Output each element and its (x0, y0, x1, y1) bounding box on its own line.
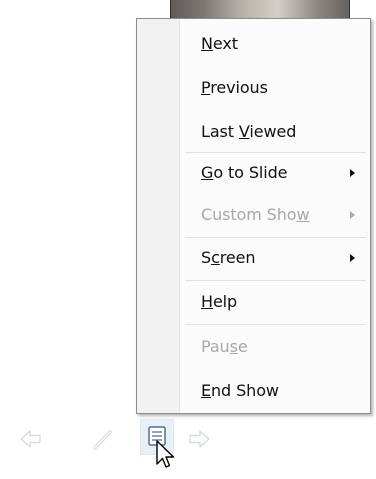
menu-item-go-to-slide[interactable]: Go to Slide (137, 158, 370, 188)
menu-separator (185, 324, 366, 325)
slide-preview (170, 0, 350, 18)
submenu-arrow-icon (350, 254, 355, 262)
pen-button[interactable] (90, 426, 116, 452)
menu-item-previous[interactable]: Previous (137, 73, 370, 103)
menu-item-label: Last Viewed (201, 122, 297, 141)
pen-icon (93, 430, 112, 450)
menu-item-last-viewed[interactable]: Last Viewed (137, 117, 370, 147)
context-menu: Next Previous Last Viewed Go to Slide Cu… (136, 18, 371, 414)
menu-item-label: Screen (201, 248, 256, 267)
previous-slide-button[interactable] (18, 426, 44, 452)
mouse-cursor-icon (156, 440, 176, 472)
menu-item-label: Pause (201, 337, 248, 356)
menu-item-label: Go to Slide (201, 163, 288, 182)
menu-item-label: Next (201, 34, 238, 53)
previous-arrow-icon (20, 430, 41, 448)
menu-item-pause[interactable]: Pause (137, 332, 370, 362)
menu-item-label: Help (201, 292, 238, 311)
menu-item-screen[interactable]: Screen (137, 243, 370, 273)
menu-separator (185, 237, 366, 238)
submenu-arrow-icon (350, 169, 355, 177)
menu-item-next[interactable]: Next (137, 29, 370, 59)
submenu-arrow-icon (350, 211, 355, 219)
menu-item-label: Custom Show (201, 205, 310, 224)
menu-item-help[interactable]: Help (137, 287, 370, 317)
menu-separator (185, 152, 366, 153)
menu-item-label: End Show (201, 381, 279, 400)
menu-item-custom-show[interactable]: Custom Show (137, 200, 370, 230)
menu-separator (185, 280, 366, 281)
menu-item-label: Previous (201, 78, 268, 97)
menu-item-end-show[interactable]: End Show (137, 376, 370, 406)
next-slide-button[interactable] (186, 426, 212, 452)
next-arrow-icon (189, 430, 210, 448)
